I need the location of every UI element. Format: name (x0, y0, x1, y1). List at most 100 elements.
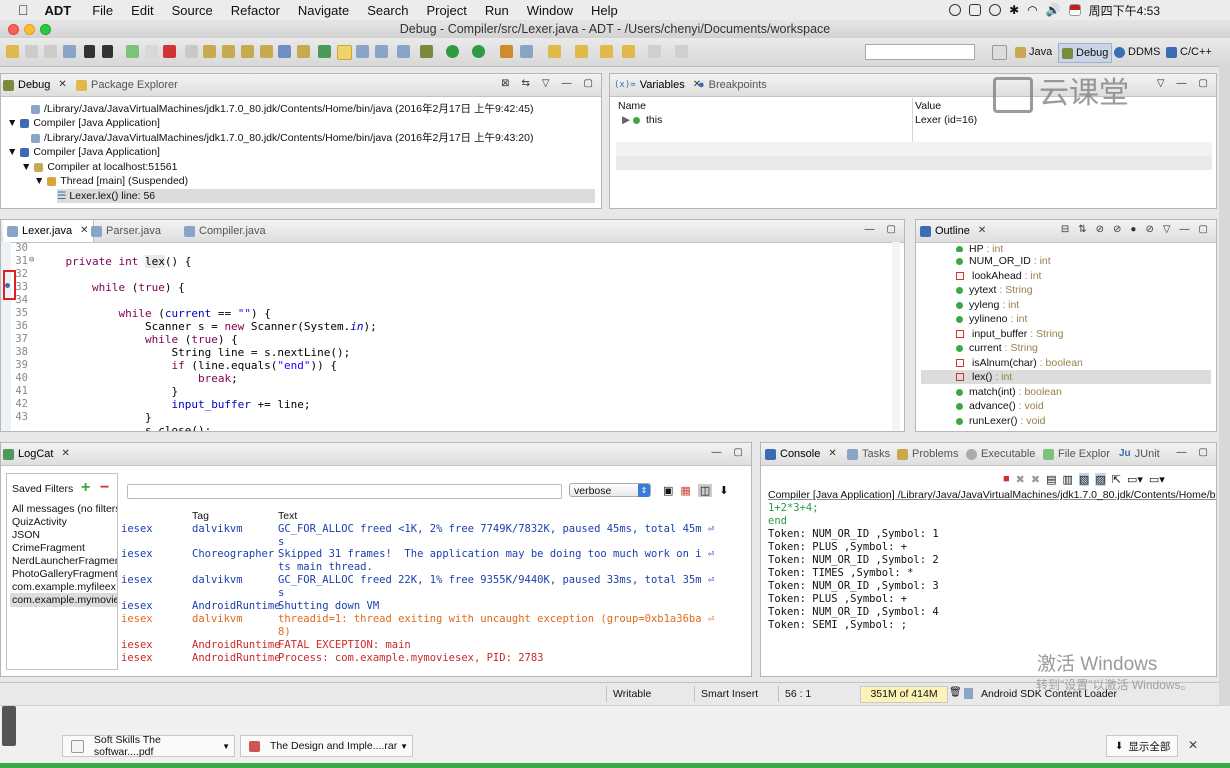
minimize-icon[interactable]: — (1177, 447, 1187, 458)
disconnect-icon[interactable] (185, 45, 198, 58)
log-row-text[interactable]: threadid=1: thread exiting with uncaught… (278, 613, 714, 625)
perspective-cpp[interactable]: C/C++ (1163, 43, 1215, 61)
heap-status[interactable]: 351M of 414M (860, 686, 948, 703)
tab-logcat[interactable]: LogCat ✕ (3, 443, 70, 465)
hide-local-icon[interactable]: ⊘ (1145, 224, 1153, 235)
chevron-down-icon[interactable]: ▼ (7, 146, 20, 158)
log-row-tag[interactable]: dalvikvm (192, 613, 243, 625)
close-icon[interactable]: ✕ (58, 74, 66, 96)
back-nav-icon[interactable] (622, 45, 635, 58)
download-item-pdf[interactable]: Soft Skills The softwar....pdf ▼ (62, 734, 235, 758)
chevron-right-icon[interactable]: ▶ (622, 114, 633, 126)
log-row-tag[interactable]: AndroidRuntime (192, 639, 281, 651)
menu-project[interactable]: Project (426, 3, 466, 18)
volume-icon[interactable]: 🔊 (1046, 3, 1061, 17)
debug-run-icon[interactable] (420, 45, 433, 58)
menu-source[interactable]: Source (172, 3, 213, 18)
forward-nav-icon[interactable] (648, 45, 661, 58)
maximize-icon[interactable]: ▢ (734, 447, 743, 458)
tab-executable[interactable]: Executable (966, 443, 1035, 465)
menu-run[interactable]: Run (485, 3, 509, 18)
log-row-tag[interactable]: Choreographer (192, 548, 274, 560)
export-icon[interactable] (84, 45, 95, 58)
outline-item[interactable]: lookAhead : int (956, 269, 1041, 283)
tab-file-explorer[interactable]: File Explor (1043, 443, 1110, 465)
outline-item[interactable]: yylineno : int (956, 312, 1027, 326)
log-row-tag[interactable]: dalvikvm (192, 523, 243, 535)
display-console-icon[interactable]: ▭▾ (1127, 473, 1143, 486)
chevron-down-icon[interactable]: ▼ (21, 161, 34, 173)
drop-to-frame-icon[interactable] (260, 45, 273, 58)
outline-item[interactable]: isAlnum(char) : boolean (956, 356, 1083, 370)
skip-breakpoints-icon[interactable] (397, 45, 410, 58)
menu-file[interactable]: File (92, 3, 113, 18)
log-row-text[interactable]: FATAL EXCEPTION: main (278, 639, 411, 651)
show-stderr-icon[interactable]: ▨ (1095, 473, 1106, 486)
chevron-down-icon[interactable]: ▼ (34, 175, 47, 187)
minimize-icon[interactable]: — (1177, 78, 1187, 89)
filter-item[interactable]: NerdLauncherFragmen (12, 554, 117, 568)
log-row-text[interactable]: Shutting down VM (278, 600, 379, 612)
column-value[interactable]: Value (915, 100, 941, 112)
tab-compiler-java[interactable]: Compiler.java (184, 220, 266, 242)
view-menu-icon[interactable]: ▽ (1157, 78, 1165, 89)
collapse-all-icon[interactable]: ⊟ (1061, 224, 1069, 235)
menu-refactor[interactable]: Refactor (231, 3, 280, 18)
tree-row[interactable]: ▼ Compiler [Java Application] (7, 145, 160, 159)
outline-item[interactable]: yyleng : int (956, 298, 1019, 312)
maximize-icon[interactable]: ▢ (1199, 224, 1208, 235)
outline-item[interactable]: current : String (956, 341, 1038, 355)
column-tag[interactable]: Tag (192, 510, 209, 522)
new-icon[interactable] (6, 45, 19, 58)
outline-item[interactable]: yytext : String (956, 283, 1033, 297)
suspend-icon[interactable] (145, 45, 158, 58)
tab-parser-java[interactable]: Parser.java (91, 220, 161, 242)
filter-item-selected[interactable]: com.example.mymovie (10, 593, 117, 607)
perspective-debug[interactable]: Debug (1058, 43, 1113, 63)
add-filter-button[interactable]: + (81, 479, 90, 497)
tab-debug[interactable]: Debug ✕ (3, 74, 67, 96)
remove-all-icon[interactable]: ✖ (1031, 473, 1040, 486)
step-over-icon[interactable] (222, 45, 235, 58)
filter-item[interactable]: JSON (12, 528, 40, 542)
outline-item-selected[interactable]: lex() : int (921, 370, 1211, 384)
scroll-lock-icon[interactable]: ⬇ (719, 484, 728, 497)
time-machine-icon[interactable] (989, 4, 1002, 16)
back-icon[interactable] (600, 45, 613, 58)
step-into-icon[interactable] (203, 45, 216, 58)
minimize-icon[interactable]: — (1180, 224, 1190, 235)
resume-icon[interactable] (126, 45, 139, 58)
remove-launches-icon[interactable]: ⊠ (501, 78, 509, 89)
filter-item[interactable]: QuizActivity (12, 515, 67, 529)
close-icon[interactable]: ✕ (978, 220, 986, 242)
minimize-icon[interactable]: — (562, 78, 572, 89)
maximize-icon[interactable]: ▢ (887, 224, 896, 235)
sort-icon[interactable]: ⇅ (1078, 224, 1086, 235)
hide-fields-icon[interactable]: ⊘ (1096, 224, 1104, 235)
step-return-icon[interactable] (241, 45, 254, 58)
view-menu-icon[interactable]: ▽ (1163, 224, 1171, 235)
minimize-icon[interactable]: — (712, 447, 722, 458)
open-type-icon[interactable] (500, 45, 513, 58)
log-row-text[interactable]: GC_FOR_ALLOC freed <1K, 2% free 7749K/78… (278, 523, 714, 535)
menu-help[interactable]: Help (591, 3, 618, 18)
wifi-icon[interactable]: ◠ (1027, 3, 1037, 17)
tree-row[interactable]: ▼ Thread [main] (Suspended) (34, 174, 188, 188)
menubar-clock[interactable]: 周四下午4:53 (1089, 2, 1160, 19)
save-log-icon[interactable]: ▣ (663, 484, 673, 497)
column-name[interactable]: Name (618, 100, 646, 112)
show-all-downloads-button[interactable]: ⬇ 显示全部 (1106, 735, 1178, 757)
log-row-app[interactable]: iesex (121, 548, 153, 560)
import-icon[interactable] (102, 45, 113, 58)
tab-package-explorer[interactable]: Package Explorer (76, 74, 178, 96)
ddms-icon[interactable] (297, 45, 310, 58)
record-icon[interactable] (949, 4, 962, 16)
filter-item[interactable]: CrimeFragment (12, 541, 85, 555)
log-row-app[interactable]: iesex (121, 574, 153, 586)
log-row-tag[interactable]: AndroidRuntime (192, 600, 281, 612)
tree-row[interactable]: ▼ Compiler at localhost:51561 (21, 160, 177, 174)
filter-item[interactable]: All messages (no filters (12, 502, 117, 516)
minimize-icon[interactable]: — (865, 224, 875, 235)
tree-row[interactable]: /Library/Java/JavaVirtualMachines/jdk1.7… (31, 131, 533, 145)
filter-item[interactable]: PhotoGalleryFragment (12, 567, 117, 581)
